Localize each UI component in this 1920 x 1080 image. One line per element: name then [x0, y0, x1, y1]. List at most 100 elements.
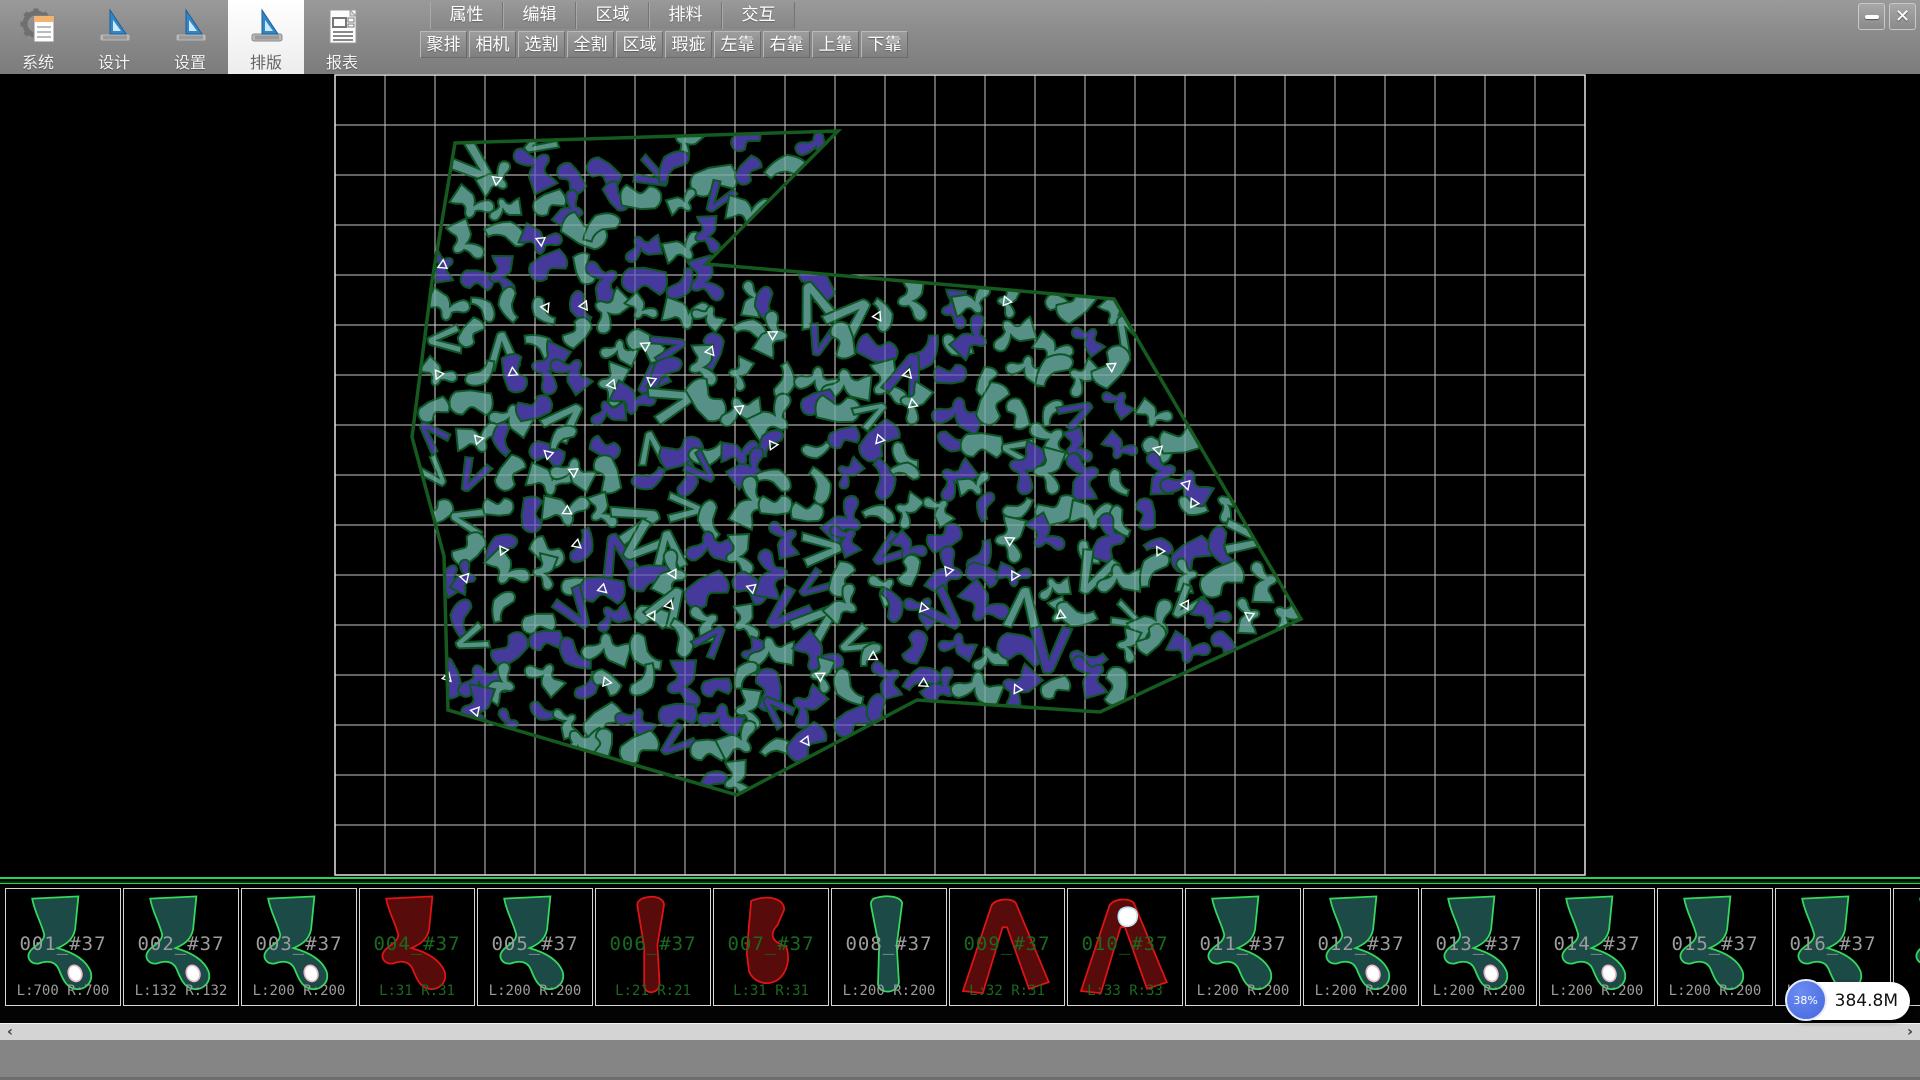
piece-counts: L:31 R:31 [360, 983, 474, 999]
menu-button-属性[interactable]: 属性 [430, 2, 503, 29]
nested-piece [490, 452, 529, 495]
piece-thumbnail[interactable]: 007_#37L:31 R:31 [713, 888, 829, 1006]
app-tab-排版[interactable]: 排版 [228, 0, 304, 74]
piece-thumbnail[interactable]: 004_#37L:31 R:31 [359, 888, 475, 1006]
nested-piece [492, 285, 529, 325]
nested-piece [1137, 550, 1171, 593]
nested-piece [1037, 576, 1071, 600]
nested-piece [826, 425, 861, 450]
nested-piece [1248, 561, 1279, 604]
nested-piece [415, 395, 452, 426]
tool-button-下靠[interactable]: 下靠 [861, 31, 908, 58]
tool-button-右靠[interactable]: 右靠 [763, 31, 810, 58]
piece-thumbnail[interactable]: 010_#37L:33 R:33 [1067, 888, 1183, 1006]
progress-badge: 38% 384.8M [1787, 982, 1910, 1020]
nested-piece [427, 324, 462, 355]
piece-id: 012_#37 [1304, 933, 1418, 955]
nested-piece [527, 295, 563, 327]
piece-thumbnail[interactable]: 003_#37 L:200 R:200 [241, 888, 357, 1006]
piece-id: 009_#37 [950, 933, 1064, 955]
close-icon: ✕ [1895, 8, 1910, 26]
menu-button-编辑[interactable]: 编辑 [503, 2, 576, 29]
piece-thumbnail[interactable]: 009_#37 L:32 R:31 [949, 888, 1065, 1006]
nested-piece [528, 630, 562, 651]
piece-counts: L:32 R:31 [950, 983, 1064, 999]
tool-button-上靠[interactable]: 上靠 [812, 31, 859, 58]
progress-percent: 38% [1793, 994, 1817, 1007]
minimize-button[interactable] [1858, 3, 1885, 30]
nested-piece [665, 187, 701, 217]
menu-button-区域[interactable]: 区域 [576, 2, 649, 29]
piece-thumbnail[interactable]: 012_#37 L:200 R:200 [1303, 888, 1419, 1006]
close-button[interactable]: ✕ [1889, 3, 1916, 30]
nested-piece [491, 591, 515, 624]
tool-button-左靠[interactable]: 左靠 [714, 31, 761, 58]
nesting-canvas[interactable] [0, 74, 1920, 877]
piece-counts: L:200 R:200 [1422, 983, 1536, 999]
horizontal-scrollbar[interactable]: ‹ › [0, 1023, 1920, 1040]
nested-piece [653, 720, 697, 764]
nested-piece [797, 465, 838, 507]
nested-piece [483, 497, 514, 516]
piece-thumbnail[interactable]: 005_#37L:200 R:200 [477, 888, 593, 1006]
nested-piece [930, 456, 982, 504]
tool-button-相机[interactable]: 相机 [469, 31, 516, 58]
minimize-icon [1865, 15, 1879, 19]
piece-id: 016_#37 [1776, 933, 1890, 955]
app-tab-系统[interactable]: 系统 [0, 0, 76, 74]
menu-row: 属性编辑区域排料交互 [430, 2, 795, 29]
tool-button-瑕疵[interactable]: 瑕疵 [665, 31, 712, 58]
app-tab-label: 报表 [326, 49, 358, 73]
memory-value: 384.8M [1835, 991, 1898, 1011]
app-tab-报表[interactable]: 报表 [304, 0, 380, 74]
piece-counts: L:200 R:200 [242, 983, 356, 999]
nested-piece [1100, 383, 1136, 421]
app-tab-设置[interactable]: 设置 [152, 0, 228, 74]
toolbar: 系统设计设置排版报表 属性编辑区域排料交互 聚排相机选割全割区域瑕疵左靠右靠上靠… [0, 0, 1920, 74]
tool-button-区域[interactable]: 区域 [616, 31, 663, 58]
nested-piece [448, 389, 493, 418]
nested-piece [1004, 396, 1032, 432]
piece-counts: L:200 R:200 [1304, 983, 1418, 999]
tool-button-全割[interactable]: 全割 [567, 31, 614, 58]
piece-thumbnail-strip: 001_#37L:700 R:700002_#37L:132 R:132003_… [0, 877, 1920, 1023]
scroll-right-arrow[interactable]: › [1902, 1024, 1918, 1041]
piece-thumbnail[interactable]: 006_#37L:21 R:21 [595, 888, 711, 1006]
nested-piece [529, 552, 561, 591]
nested-piece [520, 496, 544, 534]
piece-thumbnail[interactable]: 008_#37L:200 R:200 [831, 888, 947, 1006]
piece-thumbnail[interactable]: 002_#37L:132 R:132 [123, 888, 239, 1006]
piece-id: 002_#37 [124, 933, 238, 955]
piece-thumbnail[interactable]: 015_#37L:200 R:200 [1657, 888, 1773, 1006]
nested-piece [522, 653, 568, 700]
menu-button-交互[interactable]: 交互 [722, 2, 795, 29]
piece-thumbnail[interactable]: 014_#37L:200 R:200 [1539, 888, 1655, 1006]
nested-piece [936, 627, 978, 665]
piece-id: 014_#37 [1540, 933, 1654, 955]
nested-piece [959, 431, 1004, 460]
menu-button-排料[interactable]: 排料 [649, 2, 722, 29]
piece-thumbnail[interactable]: 011_#37L:200 R:200 [1185, 888, 1301, 1006]
nested-piece [1133, 395, 1174, 434]
piece-counts: L:200 R:200 [478, 983, 592, 999]
nested-piece [790, 500, 825, 523]
window-controls: ✕ [1858, 3, 1916, 30]
nested-piece [758, 495, 792, 516]
nested-piece [755, 468, 791, 495]
piece-id: 003_#37 [242, 933, 356, 955]
piece-id: 011_#37 [1186, 933, 1300, 955]
nested-piece [723, 355, 757, 393]
piece-thumbnail[interactable]: 001_#37L:700 R:700 [5, 888, 121, 1006]
progress-circle: 38% [1785, 979, 1827, 1021]
scroll-left-arrow[interactable]: ‹ [2, 1024, 18, 1041]
app-tab-设计[interactable]: 设计 [76, 0, 152, 74]
piece-thumbnail[interactable]: 013_#37L:200 R:200 [1421, 888, 1537, 1006]
nested-pieces [411, 121, 1312, 802]
nested-piece [623, 290, 660, 328]
tool-button-聚排[interactable]: 聚排 [420, 31, 467, 58]
nested-piece [666, 264, 695, 302]
tool-button-选割[interactable]: 选割 [518, 31, 565, 58]
piece-counts: L:200 R:200 [832, 983, 946, 999]
nested-piece [500, 352, 529, 394]
piece-id: 001_#37 [6, 933, 120, 955]
